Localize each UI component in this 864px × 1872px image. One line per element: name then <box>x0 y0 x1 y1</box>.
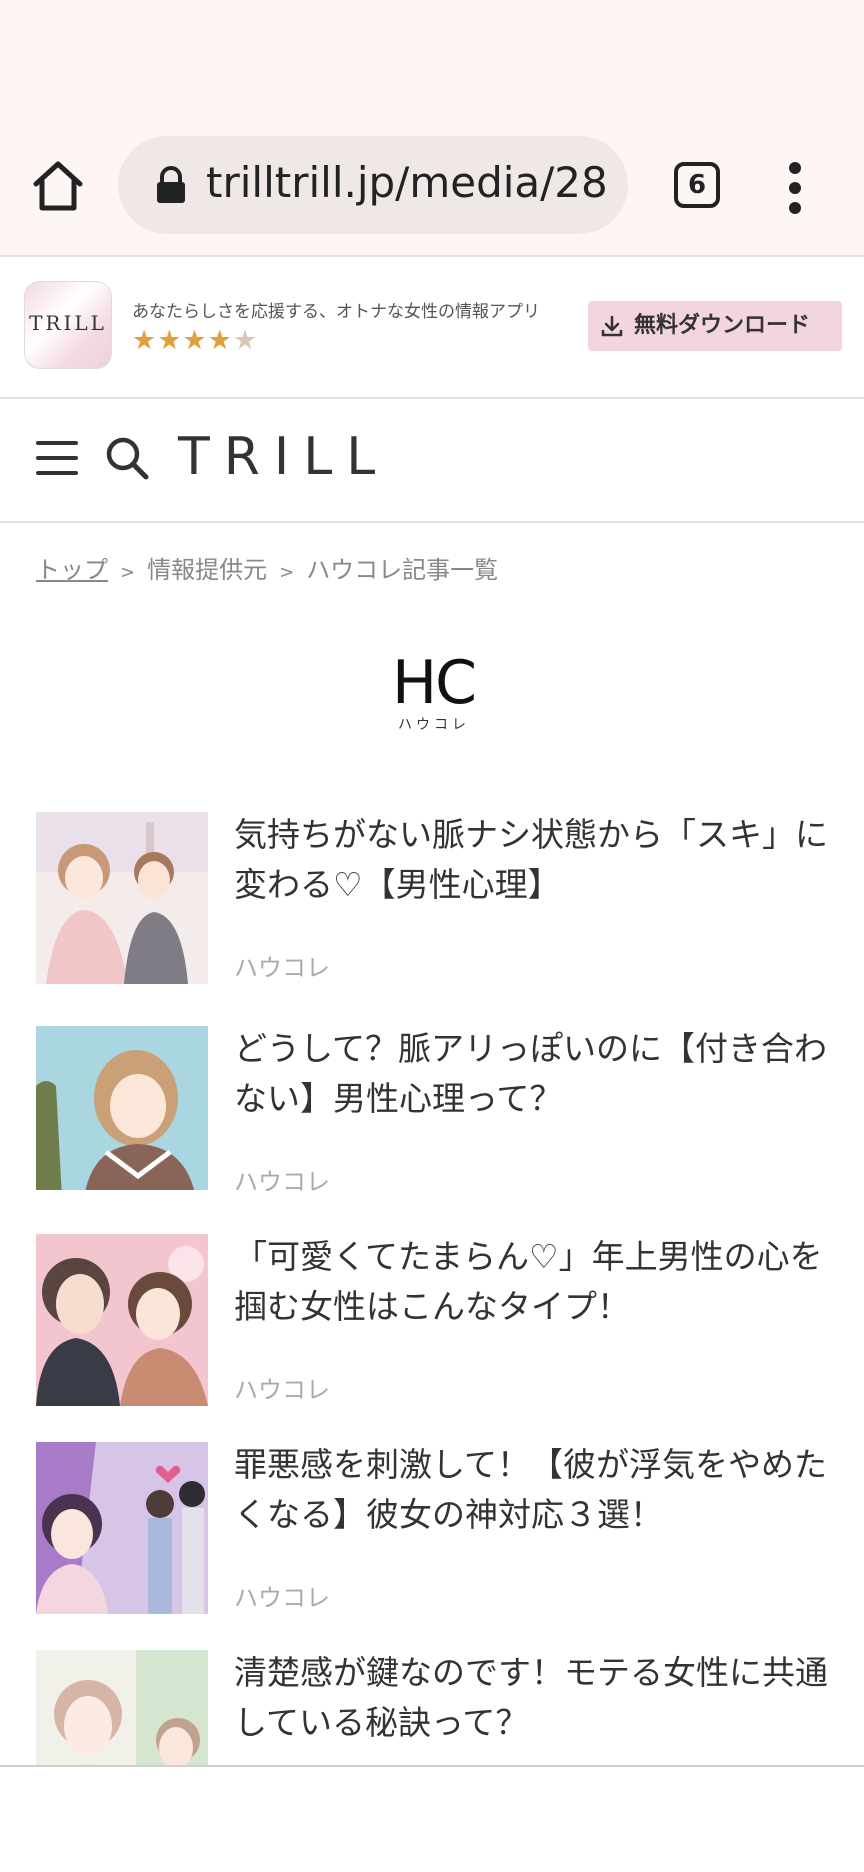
overflow-menu-icon[interactable] <box>780 160 810 216</box>
breadcrumb-level2[interactable]: 情報提供元 <box>147 556 267 584</box>
article-item[interactable]: 罪悪感を刺激して！【彼が浮気をやめたくなる】彼女の神対応３選！ ハウコレ <box>36 1442 836 1617</box>
publisher-logo: HC ハウコレ <box>384 648 484 738</box>
home-icon[interactable] <box>30 158 86 214</box>
article-item[interactable]: どうして？脈アリっぽいのに【付き合わない】男性心理って？ ハウコレ <box>36 1026 836 1201</box>
article-title[interactable]: 清楚感が鍵なのです！モテる女性に共通している秘訣って？ <box>234 1650 834 1748</box>
article-source: ハウコレ <box>234 954 330 982</box>
url-text: trilltrill.jp/media/28 <box>206 158 608 207</box>
article-thumbnail[interactable] <box>36 812 208 984</box>
download-label: 無料ダウンロード <box>634 313 811 338</box>
breadcrumb-current: ハウコレ記事一覧 <box>306 556 499 584</box>
download-button[interactable]: 無料ダウンロード <box>588 301 842 351</box>
app-icon[interactable]: TRILL <box>24 281 112 369</box>
breadcrumb: トップ > 情報提供元 > ハウコレ記事一覧 <box>36 550 498 585</box>
site-logo[interactable]: TRILL <box>178 427 389 487</box>
hamburger-menu-icon[interactable] <box>36 441 78 477</box>
status-bar <box>0 0 864 120</box>
app-icon-label: TRILL <box>29 311 107 335</box>
browser-toolbar: trilltrill.jp/media/28 6 <box>0 120 864 257</box>
breadcrumb-separator: > <box>279 562 295 583</box>
article-source: ハウコレ <box>234 1584 330 1612</box>
bottom-bar <box>0 1767 864 1872</box>
article-title[interactable]: 気持ちがない脈ナシ状態から「スキ」に変わる♡【男性心理】 <box>234 810 834 910</box>
lock-icon <box>157 166 185 203</box>
article-title[interactable]: 罪悪感を刺激して！【彼が浮気をやめたくなる】彼女の神対応３選！ <box>234 1440 834 1540</box>
site-header: TRILL <box>0 399 864 523</box>
download-icon <box>601 315 623 337</box>
article-title[interactable]: 「可愛くてたまらん♡」年上男性の心を掴む女性はこんなタイプ！ <box>234 1232 834 1332</box>
article-item[interactable]: 清楚感が鍵なのです！モテる女性に共通している秘訣って？ <box>36 1650 836 1765</box>
article-source: ハウコレ <box>234 1376 330 1404</box>
article-title[interactable]: どうして？脈アリっぽいのに【付き合わない】男性心理って？ <box>234 1024 834 1124</box>
article-item[interactable]: 「可愛くてたまらん♡」年上男性の心を掴む女性はこんなタイプ！ ハウコレ <box>36 1234 836 1409</box>
article-thumbnail[interactable] <box>36 1650 208 1765</box>
address-bar[interactable]: trilltrill.jp/media/28 <box>118 136 628 234</box>
stars-full: ★★★★ <box>132 325 233 356</box>
tab-switcher-button[interactable]: 6 <box>674 162 720 208</box>
rating-stars: ★★★★★ <box>132 325 258 356</box>
app-tagline: あなたらしさを応援する、オトナな女性の情報アプリ <box>132 302 540 322</box>
article-item[interactable]: 気持ちがない脈ナシ状態から「スキ」に変わる♡【男性心理】 ハウコレ <box>36 812 836 987</box>
article-thumbnail[interactable] <box>36 1234 208 1406</box>
app-install-banner: TRILL あなたらしさを応援する、オトナな女性の情報アプリ ★★★★★ 無料ダ… <box>0 257 864 399</box>
article-thumbnail[interactable] <box>36 1026 208 1198</box>
article-thumbnail[interactable] <box>36 1442 208 1614</box>
publisher-logo-main: HC <box>392 648 477 718</box>
breadcrumb-separator: > <box>120 562 136 583</box>
search-icon[interactable] <box>104 435 150 481</box>
article-source: ハウコレ <box>234 1168 330 1196</box>
publisher-logo-sub: ハウコレ <box>398 717 470 733</box>
star-half: ★ <box>232 325 259 356</box>
breadcrumb-home-link[interactable]: トップ <box>36 556 108 584</box>
